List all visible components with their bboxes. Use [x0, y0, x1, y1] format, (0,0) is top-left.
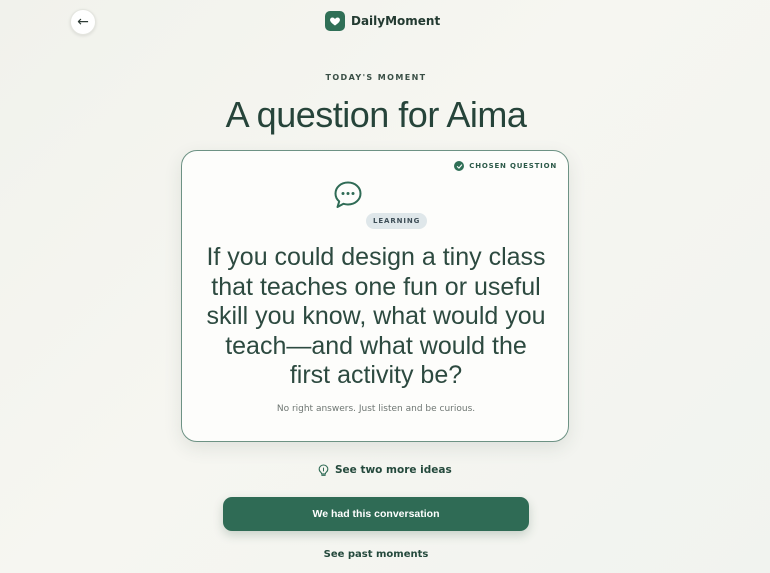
- chat-bubble-icon: [334, 181, 362, 208]
- question-card: CHOSEN QUESTION LEARNING If you could de…: [181, 150, 569, 442]
- page-title: A question for Aima: [225, 94, 527, 135]
- see-past-moments-link[interactable]: See past moments: [0, 549, 752, 560]
- chosen-badge: CHOSEN QUESTION: [454, 161, 557, 171]
- brand-name: DailyMoment: [351, 14, 441, 28]
- see-more-ideas-label: See two more ideas: [335, 464, 452, 476]
- back-button[interactable]: ←: [70, 9, 96, 35]
- conversation-done-button[interactable]: We had this conversation: [223, 497, 529, 531]
- check-circle-icon: [454, 161, 465, 171]
- see-more-ideas-link[interactable]: See two more ideas: [318, 462, 452, 478]
- arrow-left-icon: ←: [77, 14, 89, 30]
- question-text: If you could design a tiny class that te…: [206, 243, 546, 389]
- eyebrow-label: TODAY'S MOMENT: [325, 73, 427, 82]
- hint-text: No right answers. Just listen and be cur…: [276, 404, 476, 414]
- chosen-badge-label: CHOSEN QUESTION: [469, 162, 557, 170]
- category-tag: LEARNING: [366, 213, 428, 229]
- heart-icon: [325, 11, 345, 31]
- lightbulb-icon: [318, 463, 329, 476]
- brand: DailyMoment: [325, 11, 440, 31]
